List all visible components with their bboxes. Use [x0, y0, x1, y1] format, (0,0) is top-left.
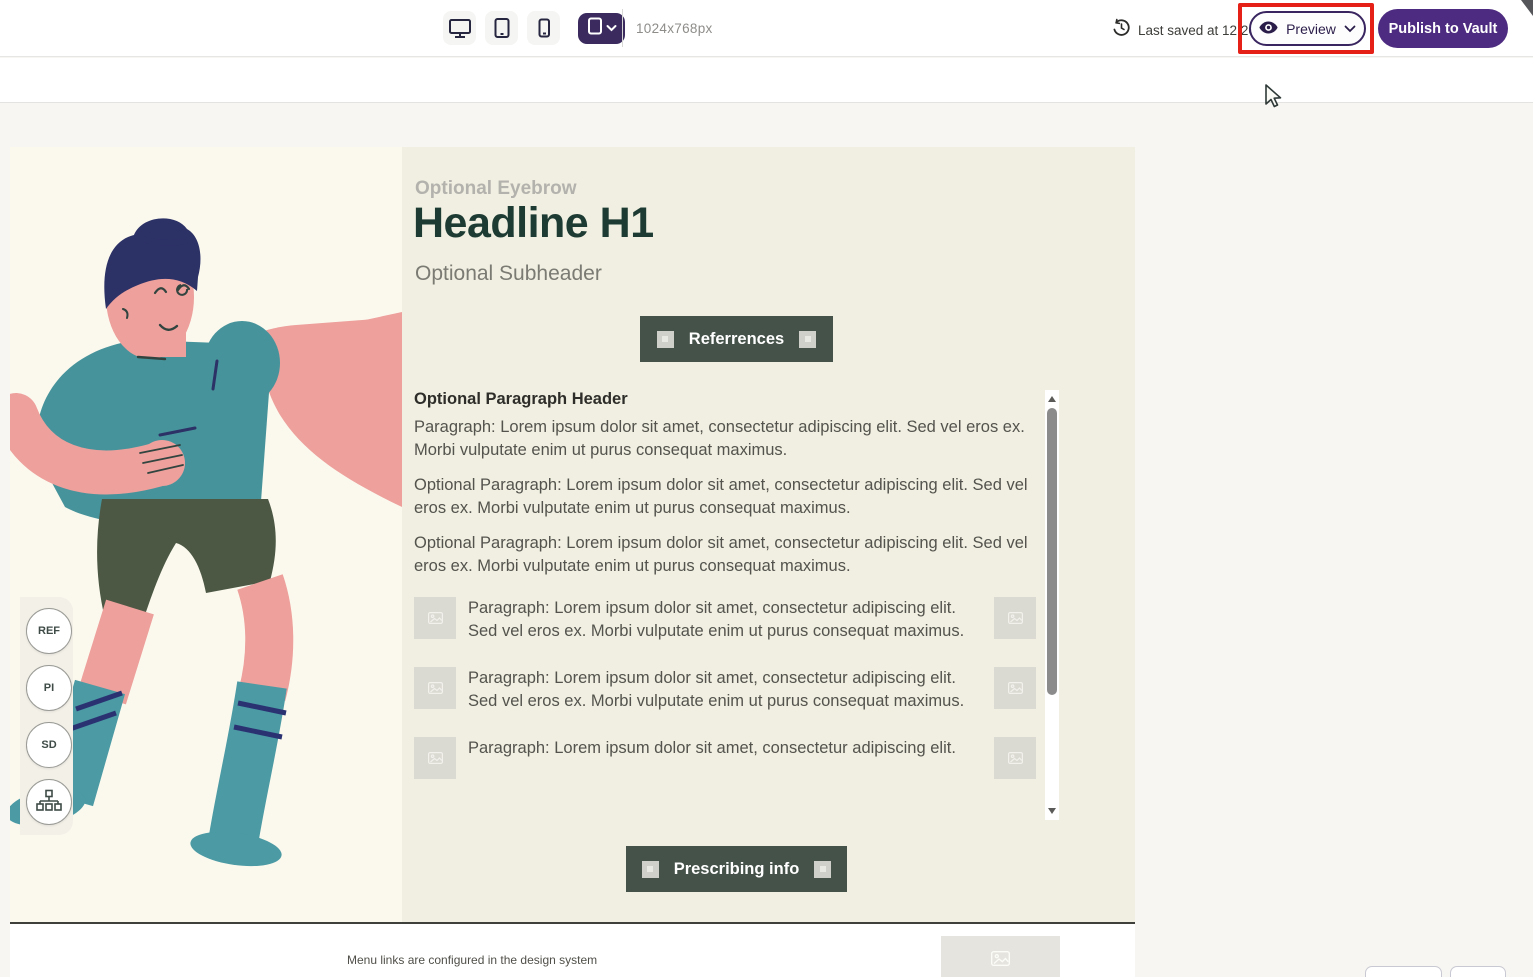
references-button-label: Referrences: [689, 330, 784, 349]
desktop-device-button[interactable]: [443, 11, 476, 45]
hero-content-section: Optional Eyebrow Headline H1 Optional Su…: [402, 147, 1135, 922]
button-image-placeholder-icon: [642, 861, 659, 878]
button-image-placeholder-icon: [657, 331, 674, 348]
paragraph: Paragraph: Lorem ipsum dolor sit amet, c…: [468, 737, 982, 760]
button-image-placeholder-icon: [814, 861, 831, 878]
paragraph: Paragraph: Lorem ipsum dolor sit amet, c…: [468, 667, 982, 713]
button-image-placeholder-icon: [799, 331, 816, 348]
pi-anchor-button[interactable]: PI: [26, 665, 72, 711]
paragraph-row-with-images: Paragraph: Lorem ipsum dolor sit amet, c…: [414, 667, 1036, 713]
footer-logo-placeholder[interactable]: [941, 936, 1060, 977]
history-restore-icon[interactable]: [1112, 18, 1131, 42]
preview-button-label: Preview: [1286, 21, 1336, 37]
paragraph-scroll-area[interactable]: Optional Paragraph Header Paragraph: Lor…: [414, 390, 1036, 820]
image-placeholder-icon[interactable]: [414, 597, 456, 639]
scrollbar-up-arrow[interactable]: [1048, 396, 1056, 402]
eyebrow-text: Optional Eyebrow: [415, 178, 577, 200]
secondary-toolbar: [0, 58, 1533, 103]
paragraph: Optional Paragraph: Lorem ipsum dolor si…: [414, 474, 1032, 520]
last-saved-label: Last saved at 12:20: [1138, 23, 1256, 38]
ref-anchor-button[interactable]: REF: [26, 608, 72, 654]
toolbar-divider: [622, 9, 623, 47]
footer-note: Menu links are configured in the design …: [347, 953, 597, 967]
paragraph: Paragraph: Lorem ipsum dolor sit amet, c…: [468, 597, 982, 643]
chevron-down-icon: [1344, 21, 1356, 36]
bottom-right-button[interactable]: [1365, 966, 1442, 977]
desktop-icon: [447, 16, 473, 40]
headline-h1: Headline H1: [413, 199, 654, 248]
image-placeholder-icon[interactable]: [414, 737, 456, 779]
paragraph-row-with-images: Paragraph: Lorem ipsum dolor sit amet, c…: [414, 737, 1036, 779]
vertical-scrollbar[interactable]: [1045, 390, 1059, 820]
tablet-icon: [490, 16, 514, 40]
prescribing-info-button[interactable]: Prescribing info: [626, 846, 847, 892]
eye-icon: [1259, 21, 1278, 37]
scrollbar-down-arrow[interactable]: [1048, 808, 1056, 814]
preview-button[interactable]: Preview: [1249, 11, 1366, 46]
top-toolbar: 1024x768px Last saved at 12:20 Preview: [0, 0, 1533, 57]
template-footer: Menu links are configured in the design …: [10, 922, 1135, 977]
tablet-icon-active: [587, 17, 603, 40]
chevron-down-icon: [606, 19, 617, 37]
paragraph-row-with-images: Paragraph: Lorem ipsum dolor sit amet, c…: [414, 597, 1036, 643]
paragraph: Optional Paragraph: Lorem ipsum dolor si…: [414, 532, 1032, 578]
sitemap-icon: [36, 789, 62, 816]
scrollbar-thumb[interactable]: [1047, 408, 1057, 695]
page-template-canvas: REF PI SD Optional Eyebrow Headline H1 O…: [10, 147, 1135, 977]
prescribing-info-button-label: Prescribing info: [674, 860, 800, 879]
image-placeholder-icon[interactable]: [994, 737, 1036, 779]
subheader-text: Optional Subheader: [415, 262, 602, 286]
save-status: Last saved at 12:20: [1112, 18, 1256, 42]
image-placeholder-icon[interactable]: [994, 667, 1036, 709]
sd-anchor-button[interactable]: SD: [26, 722, 72, 768]
references-button[interactable]: Referrences: [640, 316, 833, 362]
paragraph: Paragraph: Lorem ipsum dolor sit amet, c…: [414, 416, 1032, 462]
image-placeholder-icon: [991, 951, 1010, 971]
mobile-icon: [533, 16, 555, 40]
sitemap-anchor-button[interactable]: [26, 779, 72, 825]
device-switcher: [443, 11, 625, 45]
paragraph-header: Optional Paragraph Header: [414, 390, 1036, 409]
image-placeholder-icon[interactable]: [414, 667, 456, 709]
publish-to-vault-button[interactable]: Publish to Vault: [1378, 9, 1508, 48]
mobile-device-button[interactable]: [527, 11, 560, 45]
bottom-right-button[interactable]: [1450, 966, 1506, 977]
image-placeholder-icon[interactable]: [994, 597, 1036, 639]
active-device-dropdown[interactable]: [578, 13, 625, 44]
canvas-dimensions-label: 1024x768px: [636, 21, 713, 36]
tablet-device-button[interactable]: [485, 11, 518, 45]
